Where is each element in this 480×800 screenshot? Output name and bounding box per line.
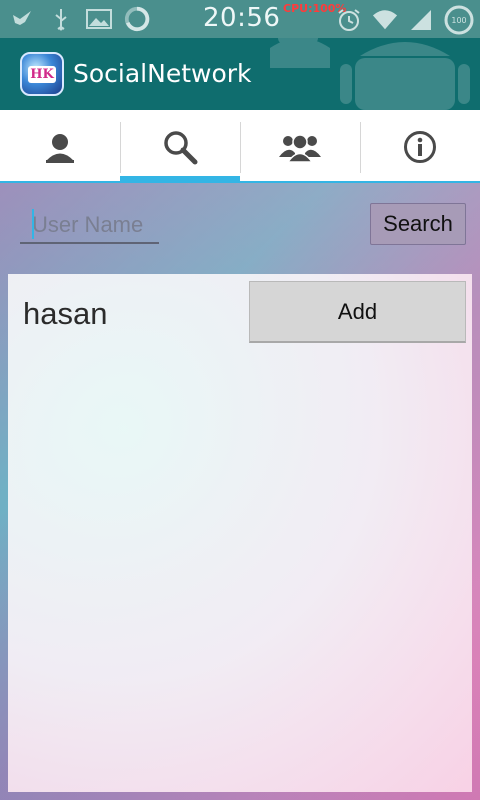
username-search-input[interactable] (20, 207, 159, 244)
group-icon (279, 133, 321, 163)
tab-info[interactable] (360, 110, 480, 183)
info-icon (404, 130, 436, 163)
action-bar: HK SocialNetwork (0, 38, 480, 110)
alarm-icon (336, 7, 362, 33)
search-results-list: hasan Add (8, 274, 472, 792)
tab-bar (0, 110, 480, 183)
usb-icon (48, 6, 74, 32)
status-time: 20:56 (203, 3, 281, 33)
status-bar: 20:56 CPU:100% 100 (0, 0, 480, 38)
battery-icon: 100 (444, 5, 474, 35)
search-screen: Search hasan Add (0, 183, 480, 800)
search-icon (164, 130, 198, 164)
sync-progress-icon (124, 6, 150, 32)
system-icons: 100 (336, 5, 474, 35)
battery-level-text: 100 (451, 15, 467, 25)
image-notification-icon (86, 6, 112, 32)
tab-profile[interactable] (0, 110, 120, 183)
app-logo-text: HK (28, 65, 56, 83)
bird-notification-icon (10, 6, 36, 32)
text-cursor (32, 209, 34, 239)
add-friend-button[interactable]: Add (249, 281, 466, 343)
search-button[interactable]: Search (370, 203, 466, 245)
app-title: SocialNetwork (73, 59, 252, 88)
app-logo: HK (20, 52, 64, 96)
android-watermark-icon (270, 38, 470, 110)
signal-icon (408, 7, 434, 33)
tab-friends[interactable] (240, 110, 360, 183)
wifi-icon (372, 7, 398, 33)
notification-icons (10, 6, 150, 32)
tab-search[interactable] (120, 110, 240, 183)
person-icon (46, 133, 74, 163)
result-username: hasan (23, 296, 108, 331)
